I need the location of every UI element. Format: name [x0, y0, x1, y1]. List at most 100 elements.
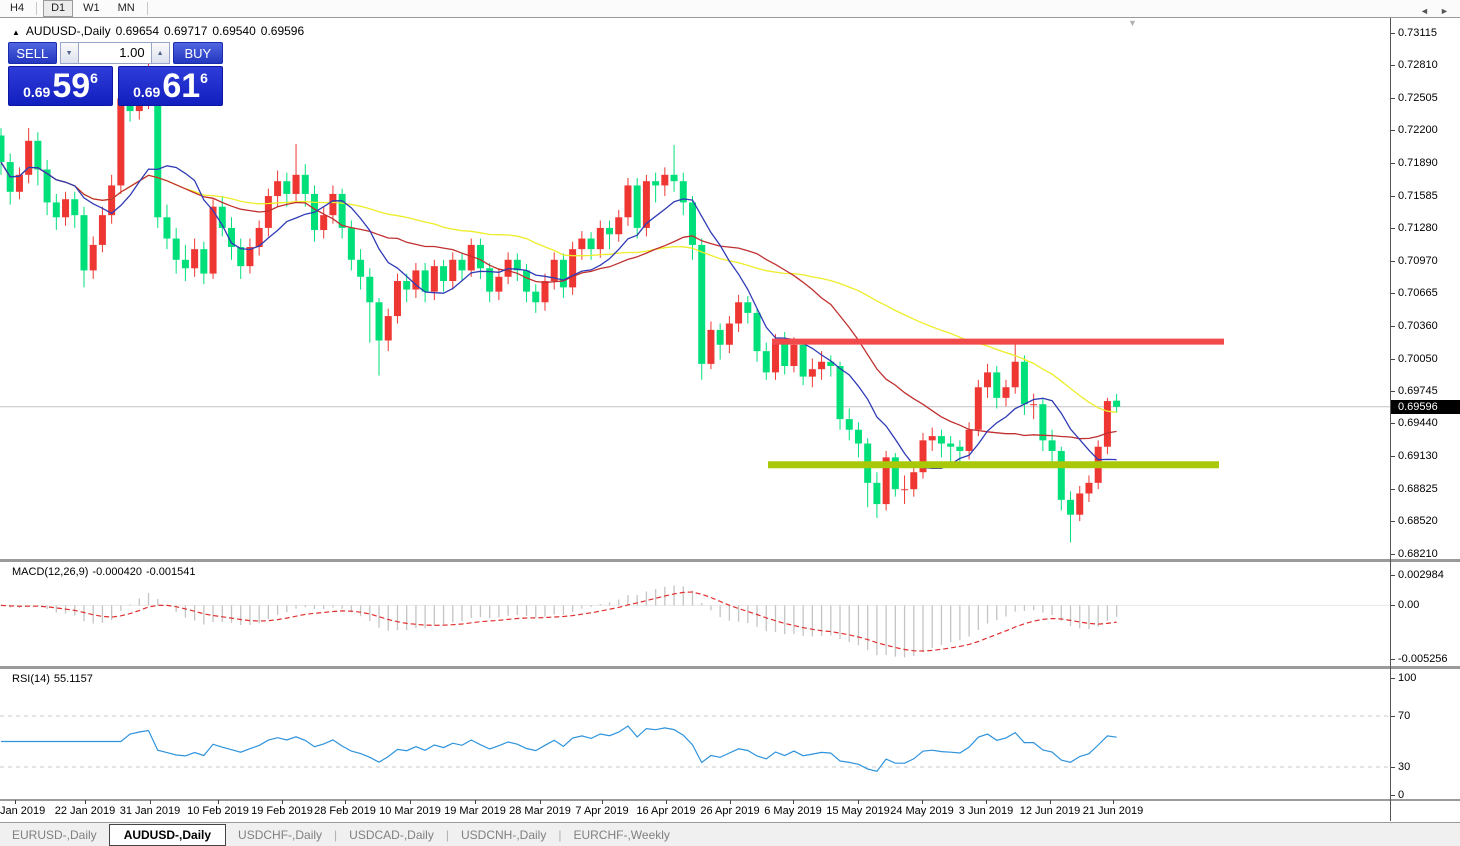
price-axis-tick: 0.70360 [1398, 320, 1438, 332]
tab-usdcad-daily[interactable]: USDCAD-,Daily [337, 825, 446, 845]
collapse-one-click-icon[interactable]: ▲ [12, 28, 20, 37]
axis-tickmark [1391, 130, 1395, 131]
toolbar-separator [147, 2, 148, 15]
date-axis-label: 7 Apr 2019 [575, 805, 628, 817]
date-axis-tickmark [858, 800, 859, 804]
date-axis-tickmark [345, 800, 346, 804]
axis-tickmark [1391, 605, 1395, 606]
macd-chart[interactable] [0, 562, 1390, 666]
date-axis-tickmark [540, 800, 541, 804]
axis-tickmark [1391, 261, 1395, 262]
date-axis-tickmark [730, 800, 731, 804]
date-axis-label: 15 May 2019 [826, 805, 890, 817]
ohlc-close: 0.69596 [261, 24, 304, 38]
date-axis-tickmark [15, 800, 16, 804]
date-axis-label: 10 Feb 2019 [187, 805, 249, 817]
rsi-axis-tick: 0 [1398, 789, 1404, 801]
tab-usdcnh-daily[interactable]: USDCNH-,Daily [449, 825, 558, 845]
volume-input[interactable]: 1.00 [79, 42, 151, 64]
tab-audusd-daily[interactable]: AUDUSD-,Daily [109, 824, 226, 846]
date-axis-tickmark [922, 800, 923, 804]
volume-decrease-icon[interactable]: ▼ [60, 42, 79, 64]
date-axis-tickmark [1050, 800, 1051, 804]
tab-scroll-left-icon[interactable]: ◄ [1420, 6, 1429, 16]
price-axis-tick: 0.68520 [1398, 515, 1438, 527]
axis-tickmark [1391, 65, 1395, 66]
date-axis-label: 19 Mar 2019 [444, 805, 506, 817]
buy-price-pip: 6 [200, 70, 208, 86]
timeframe-toolbar: H4 D1W1MN [0, 0, 1460, 18]
date-axis-tickmark [85, 800, 86, 804]
price-axis-tick: 0.71585 [1398, 190, 1438, 202]
macd-pane[interactable] [0, 562, 1390, 666]
sell-price-box[interactable]: 0.69 59 6 [8, 66, 113, 106]
date-axis-label: 31 Jan 2019 [120, 805, 181, 817]
rsi-axis-tick: 30 [1398, 761, 1410, 773]
rsi-chart[interactable] [0, 669, 1390, 799]
tab-eurchf-weekly[interactable]: EURCHF-,Weekly [561, 825, 681, 845]
axis-tickmark [1391, 228, 1395, 229]
rsi-label: RSI(14) 55.1157 [12, 673, 97, 685]
buy-price-prefix: 0.69 [133, 84, 160, 100]
date-axis-label: 28 Feb 2019 [314, 805, 376, 817]
axis-tickmark [1391, 716, 1395, 717]
rsi-pane[interactable] [0, 669, 1390, 799]
tab-scroll-right-icon[interactable]: ► [1440, 6, 1449, 16]
toolbar-separator [36, 2, 37, 15]
sell-button[interactable]: SELL [8, 42, 57, 64]
sell-price-prefix: 0.69 [23, 84, 50, 100]
volume-increase-icon[interactable]: ▲ [151, 42, 170, 64]
buy-button[interactable]: BUY [173, 42, 223, 64]
timeframe-button-d1[interactable]: D1 [43, 0, 73, 17]
price-axis-tick: 0.70970 [1398, 255, 1438, 267]
axis-tickmark [1391, 678, 1395, 679]
date-axis-tickmark [1113, 800, 1114, 804]
symbol-tab-bar: EURUSD-,DailyAUDUSD-,DailyUSDCHF-,Daily|… [0, 822, 1460, 846]
price-axis-tick: 0.71280 [1398, 222, 1438, 234]
axis-tickmark [1391, 659, 1395, 660]
date-axis-tickmark [793, 800, 794, 804]
axis-tickmark [1391, 163, 1395, 164]
timeframe-button-w1[interactable]: W1 [75, 0, 108, 17]
price-axis-divider [1390, 18, 1391, 821]
rsi-value: 55.1157 [54, 673, 93, 685]
axis-tickmark [1391, 391, 1395, 392]
rsi-name: RSI(14) [12, 673, 50, 685]
axis-tickmark [1391, 575, 1395, 576]
price-axis-tick: 0.73115 [1398, 27, 1437, 39]
price-axis-tick: 0.70665 [1398, 287, 1438, 299]
axis-tickmark [1391, 326, 1395, 327]
date-axis-tickmark [602, 800, 603, 804]
price-axis-tick: 0.69130 [1398, 450, 1438, 462]
chart-shift-marker-icon[interactable]: ▼ [1128, 19, 1137, 28]
buy-price-box[interactable]: 0.69 61 6 [118, 66, 223, 106]
price-axis-tick: 0.68210 [1398, 548, 1438, 560]
price-axis-tick: 0.69440 [1398, 417, 1438, 429]
price-axis-tick: 0.72200 [1398, 124, 1438, 136]
macd-axis-tick: -0.005256 [1398, 653, 1448, 665]
timeframe-button-mn[interactable]: MN [110, 0, 143, 17]
date-axis-label: 16 Apr 2019 [636, 805, 695, 817]
axis-tickmark [1391, 767, 1395, 768]
date-axis-label: 19 Feb 2019 [251, 805, 313, 817]
macd-signal-value: -0.001541 [146, 566, 196, 578]
tab-eurusd-daily[interactable]: EURUSD-,Daily [0, 825, 109, 845]
axis-tickmark [1391, 98, 1395, 99]
ohlc-high: 0.69717 [164, 24, 207, 38]
mt4-window: H4D1W1MN ▲AUDUSD-,Daily0.696540.697170.6… [0, 0, 1460, 846]
timeframe-button-h4[interactable]: H4 [2, 0, 32, 17]
date-axis-label: 21 Jun 2019 [1083, 805, 1144, 817]
buy-price-big: 61 [162, 68, 200, 104]
price-axis-tick: 0.69745 [1398, 385, 1438, 397]
date-axis-tickmark [282, 800, 283, 804]
tab-usdchf-daily[interactable]: USDCHF-,Daily [226, 825, 334, 845]
ohlc-low: 0.69540 [212, 24, 255, 38]
current-price-badge: 0.69596 [1391, 400, 1460, 414]
axis-tickmark [1391, 196, 1395, 197]
axis-tickmark [1391, 423, 1395, 424]
date-axis-label: 12 Jun 2019 [1020, 805, 1081, 817]
axis-tickmark [1391, 554, 1395, 555]
date-axis-label: 10 Mar 2019 [379, 805, 441, 817]
price-axis-tick: 0.72810 [1398, 59, 1438, 71]
date-axis-tickmark [986, 800, 987, 804]
